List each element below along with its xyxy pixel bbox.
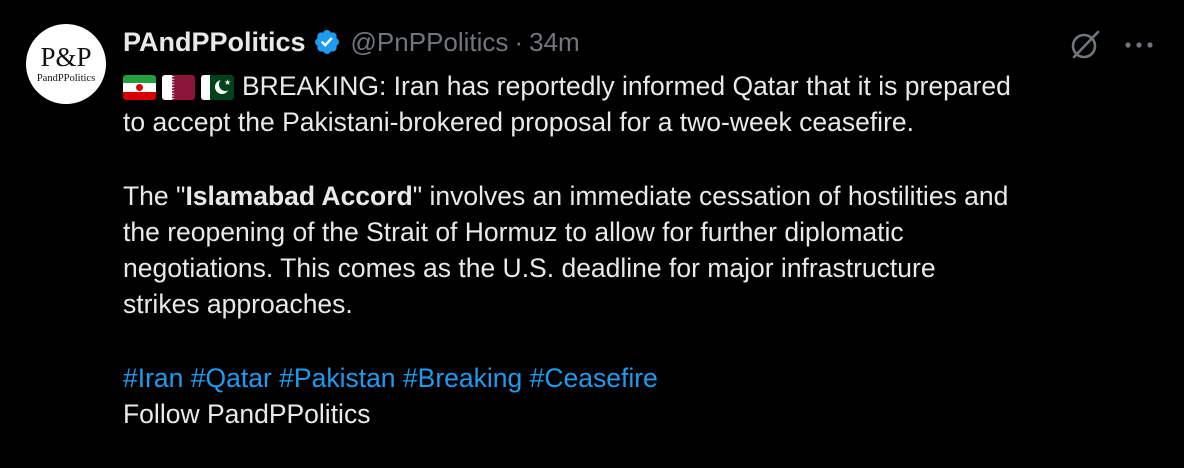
accord-line-2: the reopening of the Strait of Hormuz to… bbox=[123, 217, 904, 247]
accord-prefix: The " bbox=[123, 181, 186, 211]
breaking-line-2: to accept the Pakistani-brokered proposa… bbox=[123, 107, 914, 137]
tweet-text: ★ BREAKING: Iran has reportedly informed… bbox=[123, 68, 1173, 432]
accord-name: Islamabad Accord bbox=[185, 181, 413, 211]
breaking-line-1: BREAKING: Iran has reportedly informed Q… bbox=[242, 71, 1011, 101]
hashtag-ceasefire[interactable]: #Ceasefire bbox=[530, 363, 658, 393]
more-icon[interactable] bbox=[1124, 40, 1154, 50]
accord-line-4: strikes approaches. bbox=[123, 289, 353, 319]
qatar-flag-icon bbox=[162, 75, 195, 100]
tweet[interactable]: P&P PandPPolitics PAndPPolitics @PnPPoli… bbox=[0, 0, 1184, 468]
text-line: ★ BREAKING: Iran has reportedly informed… bbox=[123, 68, 1173, 104]
hashtag-qatar[interactable]: #Qatar bbox=[191, 363, 272, 393]
avatar-mark: P&P bbox=[40, 41, 92, 72]
avatar-subtext: PandPPolitics bbox=[36, 72, 96, 84]
hashtag-breaking[interactable]: #Breaking bbox=[403, 363, 522, 393]
flag-emojis: ★ bbox=[123, 75, 234, 100]
hashtags: #Iran #Qatar #Pakistan #Breaking #Ceasef… bbox=[123, 360, 1173, 396]
hashtag-iran[interactable]: #Iran bbox=[123, 363, 183, 393]
accord-line-3: negotiations. This comes as the U.S. dea… bbox=[123, 253, 936, 283]
display-name[interactable]: PAndPPolitics bbox=[123, 27, 306, 58]
iran-flag-icon bbox=[123, 75, 156, 100]
avatar[interactable]: P&P PandPPolitics bbox=[26, 24, 106, 104]
follow-line: Follow PandPPolitics bbox=[123, 399, 371, 429]
separator-dot: · bbox=[514, 26, 524, 57]
grok-icon[interactable] bbox=[1068, 28, 1102, 62]
handle[interactable]: @PnPPolitics bbox=[351, 27, 509, 58]
timestamp[interactable]: 34m bbox=[529, 27, 580, 58]
tweet-header: PAndPPolitics @PnPPolitics · 34m bbox=[123, 22, 580, 62]
hashtag-pakistan[interactable]: #Pakistan bbox=[279, 363, 395, 393]
verified-badge-icon[interactable] bbox=[313, 28, 341, 56]
accord-rest: " involves an immediate cessation of hos… bbox=[412, 181, 1009, 211]
pakistan-flag-icon: ★ bbox=[201, 75, 234, 100]
accord-line-1: The "Islamabad Accord" involves an immed… bbox=[123, 178, 1173, 214]
